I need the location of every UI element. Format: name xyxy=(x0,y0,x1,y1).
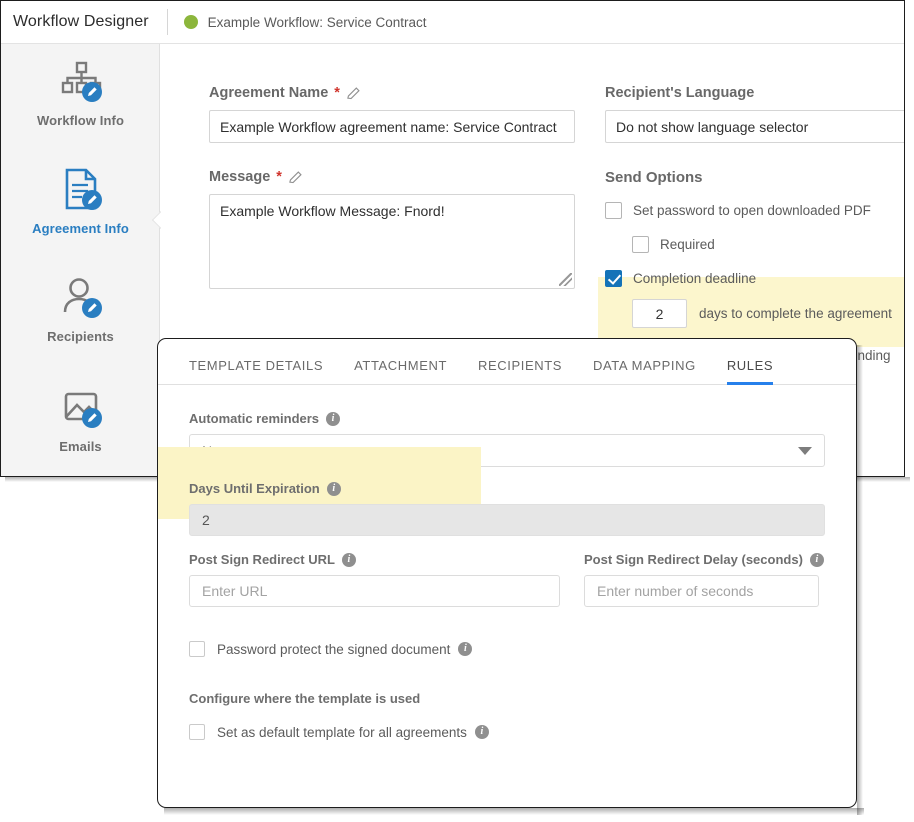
info-icon[interactable]: i xyxy=(809,552,824,567)
days-until-expiration-label: Days Until Expiration i xyxy=(189,481,825,496)
image-mail-edit-icon xyxy=(58,384,104,430)
automatic-reminders-label-text: Automatic reminders xyxy=(189,411,320,426)
days-to-complete-input[interactable]: 2 xyxy=(632,299,687,328)
sidebar-item-agreement-info[interactable]: Agreement Info xyxy=(1,156,160,252)
set-default-template-row[interactable]: Set as default template for all agreemen… xyxy=(189,724,825,740)
required-checkbox[interactable] xyxy=(632,235,649,253)
post-sign-redirect-url-label: Post Sign Redirect URL i xyxy=(189,552,584,567)
recipients-language-select[interactable]: Do not show language selector xyxy=(605,110,904,143)
required-label: Required xyxy=(660,236,715,252)
post-sign-redirect-url-group: Post Sign Redirect URL i Enter URL xyxy=(189,552,584,607)
sidebar-item-recipients[interactable]: Recipients xyxy=(1,264,160,360)
sidebar-item-label: Agreement Info xyxy=(32,221,129,236)
completion-deadline-checkbox[interactable] xyxy=(605,269,622,287)
message-textarea[interactable]: Example Workflow Message: Fnord! xyxy=(209,194,575,289)
message-label: Message * xyxy=(209,169,575,185)
agreement-name-label: Agreement Name * xyxy=(209,85,575,101)
days-to-complete-suffix: days to complete the agreement xyxy=(699,306,892,321)
top-bar: Workflow Designer Example Workflow: Serv… xyxy=(1,1,904,44)
tab-recipients[interactable]: RECIPIENTS xyxy=(478,358,562,385)
document-edit-icon xyxy=(58,166,104,212)
tab-attachment[interactable]: ATTACHMENT xyxy=(354,358,447,385)
post-sign-redirect-url-label-text: Post Sign Redirect URL xyxy=(189,552,335,567)
completion-deadline-label: Completion deadline xyxy=(633,270,757,286)
post-sign-redirect-delay-label-text: Post Sign Redirect Delay (seconds) xyxy=(584,552,803,567)
tab-rules[interactable]: RULES xyxy=(726,358,774,385)
info-icon[interactable]: i xyxy=(458,642,473,656)
set-default-template-checkbox[interactable] xyxy=(189,724,205,740)
tab-template-details[interactable]: TEMPLATE DETAILS xyxy=(189,358,323,385)
sidebar-item-label: Emails xyxy=(59,439,102,454)
post-sign-redirect-url-input[interactable]: Enter URL xyxy=(189,575,560,607)
completion-deadline-row[interactable]: Completion deadline xyxy=(605,265,904,291)
agreement-name-label-text: Agreement Name xyxy=(209,85,329,101)
recipients-language-label: Recipient's Language xyxy=(605,85,755,101)
password-protect-checkbox[interactable] xyxy=(189,641,205,657)
workflow-name-label: Example Workflow: Service Contract xyxy=(207,14,427,30)
send-options-heading: Send Options xyxy=(605,169,703,186)
automatic-reminders-label: Automatic reminders i xyxy=(189,411,825,426)
agreement-name-input[interactable]: Example Workflow agreement name: Service… xyxy=(209,110,575,143)
info-icon[interactable]: i xyxy=(474,725,489,739)
dialog-tabs: TEMPLATE DETAILS ATTACHMENT RECIPIENTS D… xyxy=(158,339,856,385)
post-sign-redirect-delay-label: Post Sign Redirect Delay (seconds) i xyxy=(584,552,825,567)
configure-section-title: Configure where the template is used xyxy=(189,691,421,706)
required-asterisk: * xyxy=(334,85,340,101)
info-icon[interactable]: i xyxy=(326,481,341,496)
pencil-icon[interactable] xyxy=(346,86,361,101)
set-default-template-label-text: Set as default template for all agreemen… xyxy=(217,724,467,740)
dialog-shadow-right xyxy=(857,345,863,815)
pencil-icon[interactable] xyxy=(288,170,303,185)
required-asterisk: * xyxy=(276,169,282,185)
status-dot-icon xyxy=(183,15,198,29)
page-title: Workflow Designer xyxy=(13,13,149,30)
message-label-text: Message xyxy=(209,169,271,185)
redirect-fields-row: Post Sign Redirect URL i Enter URL Post … xyxy=(189,552,825,607)
set-password-pdf-row[interactable]: Set password to open downloaded PDF xyxy=(605,197,904,223)
tab-data-mapping[interactable]: DATA MAPPING xyxy=(593,358,696,385)
sidebar: Workflow Info Agreement Info Recipients … xyxy=(1,44,160,476)
automatic-reminders-select[interactable]: Never xyxy=(189,434,825,467)
post-sign-redirect-delay-group: Post Sign Redirect Delay (seconds) i Ent… xyxy=(584,552,825,607)
rules-tab-panel: Automatic reminders i Never Days Until E… xyxy=(158,385,856,740)
dialog-shadow-bottom xyxy=(164,808,864,815)
textarea-resize-handle[interactable] xyxy=(559,273,572,286)
sidebar-item-emails[interactable]: Emails xyxy=(1,374,160,470)
user-edit-icon xyxy=(58,274,104,320)
automatic-reminders-value: Never xyxy=(202,442,240,459)
set-password-pdf-label: Set password to open downloaded PDF xyxy=(633,202,871,218)
chevron-down-icon xyxy=(798,446,812,455)
days-until-expiration-input: 2 xyxy=(189,504,825,536)
required-row[interactable]: Required xyxy=(605,231,904,257)
completion-deadline-block: Completion deadline 2 days to complete t… xyxy=(605,265,904,328)
message-textarea-value: Example Workflow Message: Fnord! xyxy=(220,203,445,219)
info-icon[interactable]: i xyxy=(326,411,341,426)
sidebar-item-label: Recipients xyxy=(47,329,114,344)
org-chart-edit-icon xyxy=(58,58,104,104)
sidebar-item-workflow-info[interactable]: Workflow Info xyxy=(1,48,160,144)
set-default-template-label: Set as default template for all agreemen… xyxy=(217,725,489,740)
set-password-pdf-checkbox[interactable] xyxy=(605,201,622,219)
password-protect-row[interactable]: Password protect the signed document i xyxy=(189,641,825,657)
template-settings-dialog: TEMPLATE DETAILS ATTACHMENT RECIPIENTS D… xyxy=(157,338,857,808)
header-divider xyxy=(166,9,168,35)
days-to-complete-row: 2 days to complete the agreement xyxy=(605,299,904,328)
password-protect-label: Password protect the signed document i xyxy=(217,641,473,657)
sidebar-item-label: Workflow Info xyxy=(37,113,124,128)
info-icon[interactable]: i xyxy=(341,552,356,567)
password-protect-label-text: Password protect the signed document xyxy=(217,641,451,657)
post-sign-redirect-delay-input[interactable]: Enter number of seconds xyxy=(584,575,819,607)
days-until-expiration-label-text: Days Until Expiration xyxy=(189,481,320,496)
